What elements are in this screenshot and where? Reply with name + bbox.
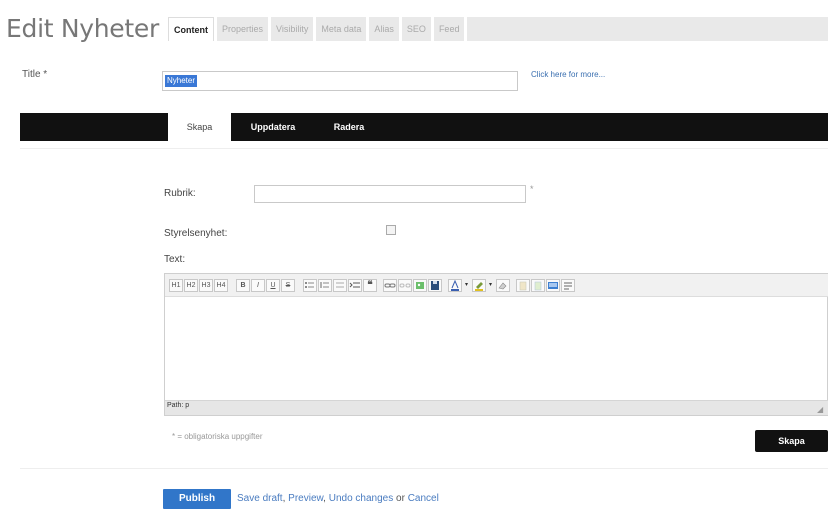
link-icon[interactable] <box>383 279 397 292</box>
undo-changes-link[interactable]: Undo changes <box>329 493 394 504</box>
divider <box>20 468 828 469</box>
h3-icon[interactable]: H3 <box>199 279 213 292</box>
paste-text-icon[interactable] <box>531 279 545 292</box>
required-note: * = obligatoriska uppgifter <box>172 432 263 441</box>
title-input[interactable]: Nyheter <box>162 71 518 91</box>
h4-icon[interactable]: H4 <box>214 279 228 292</box>
numbered-list-icon[interactable] <box>318 279 332 292</box>
tab-seo[interactable]: SEO <box>401 17 431 41</box>
cleanup-icon[interactable] <box>496 279 510 292</box>
tab-properties[interactable]: Properties <box>217 17 269 41</box>
or-text: or <box>396 493 405 504</box>
required-marker: * <box>530 184 534 194</box>
text-color-icon[interactable] <box>448 279 462 292</box>
strikethrough-icon[interactable]: S <box>281 279 295 292</box>
save-icon[interactable] <box>428 279 442 292</box>
action-bar <box>20 113 828 141</box>
image-icon[interactable] <box>413 279 427 292</box>
unlink-icon[interactable] <box>398 279 412 292</box>
editor-path: Path: p <box>167 402 190 409</box>
tab-feed[interactable]: Feed <box>433 17 465 41</box>
action-skapa[interactable]: Skapa <box>168 113 231 142</box>
footer-actions: Save draft, Preview, Undo changes or Can… <box>237 493 439 504</box>
cancel-link[interactable]: Cancel <box>408 493 439 504</box>
styrelsenyhet-label: Styrelsenyhet: <box>164 228 228 239</box>
title-input-value: Nyheter <box>165 75 198 87</box>
template-icon[interactable] <box>561 279 575 292</box>
action-uppdatera[interactable]: Uppdatera <box>231 113 315 141</box>
tab-bar: Content Properties Visibility Meta data … <box>168 17 828 41</box>
highlight-color-icon[interactable] <box>472 279 486 292</box>
action-radera[interactable]: Radera <box>315 113 383 141</box>
underline-icon[interactable]: U <box>266 279 280 292</box>
tab-visibility[interactable]: Visibility <box>271 17 314 41</box>
text-label: Text: <box>164 254 186 265</box>
resize-grip-icon[interactable]: ◢ <box>817 405 823 414</box>
italic-icon[interactable]: I <box>251 279 265 292</box>
indent-icon[interactable] <box>348 279 362 292</box>
tab-meta-data[interactable]: Meta data <box>316 17 367 41</box>
preview-link[interactable]: Preview <box>288 493 323 504</box>
tab-alias[interactable]: Alias <box>369 17 399 41</box>
save-draft-link[interactable]: Save draft <box>237 493 283 504</box>
media-icon[interactable] <box>546 279 560 292</box>
page-title: Edit Nyheter <box>6 14 159 43</box>
outdent-icon[interactable] <box>333 279 347 292</box>
divider <box>20 148 828 149</box>
bold-icon[interactable]: B <box>236 279 250 292</box>
paste-icon[interactable] <box>516 279 530 292</box>
bullet-list-icon[interactable] <box>303 279 317 292</box>
publish-button[interactable]: Publish <box>163 489 231 509</box>
tab-bar-fill <box>467 17 828 41</box>
rubrik-label: Rubrik: <box>164 188 196 199</box>
rubrik-input[interactable] <box>254 185 526 203</box>
highlight-dropdown-icon[interactable]: ▾ <box>487 279 494 292</box>
text-color-dropdown-icon[interactable]: ▾ <box>463 279 470 292</box>
h1-icon[interactable]: H1 <box>169 279 183 292</box>
title-label: Title * <box>22 69 48 80</box>
help-link[interactable]: Click here for more... <box>531 70 605 79</box>
tab-content[interactable]: Content <box>168 17 214 41</box>
styrelsenyhet-checkbox[interactable] <box>386 225 396 235</box>
blockquote-icon[interactable]: ❝ <box>363 279 377 292</box>
h2-icon[interactable]: H2 <box>184 279 198 292</box>
editor-statusbar <box>165 400 828 415</box>
skapa-button[interactable]: Skapa <box>755 430 828 452</box>
